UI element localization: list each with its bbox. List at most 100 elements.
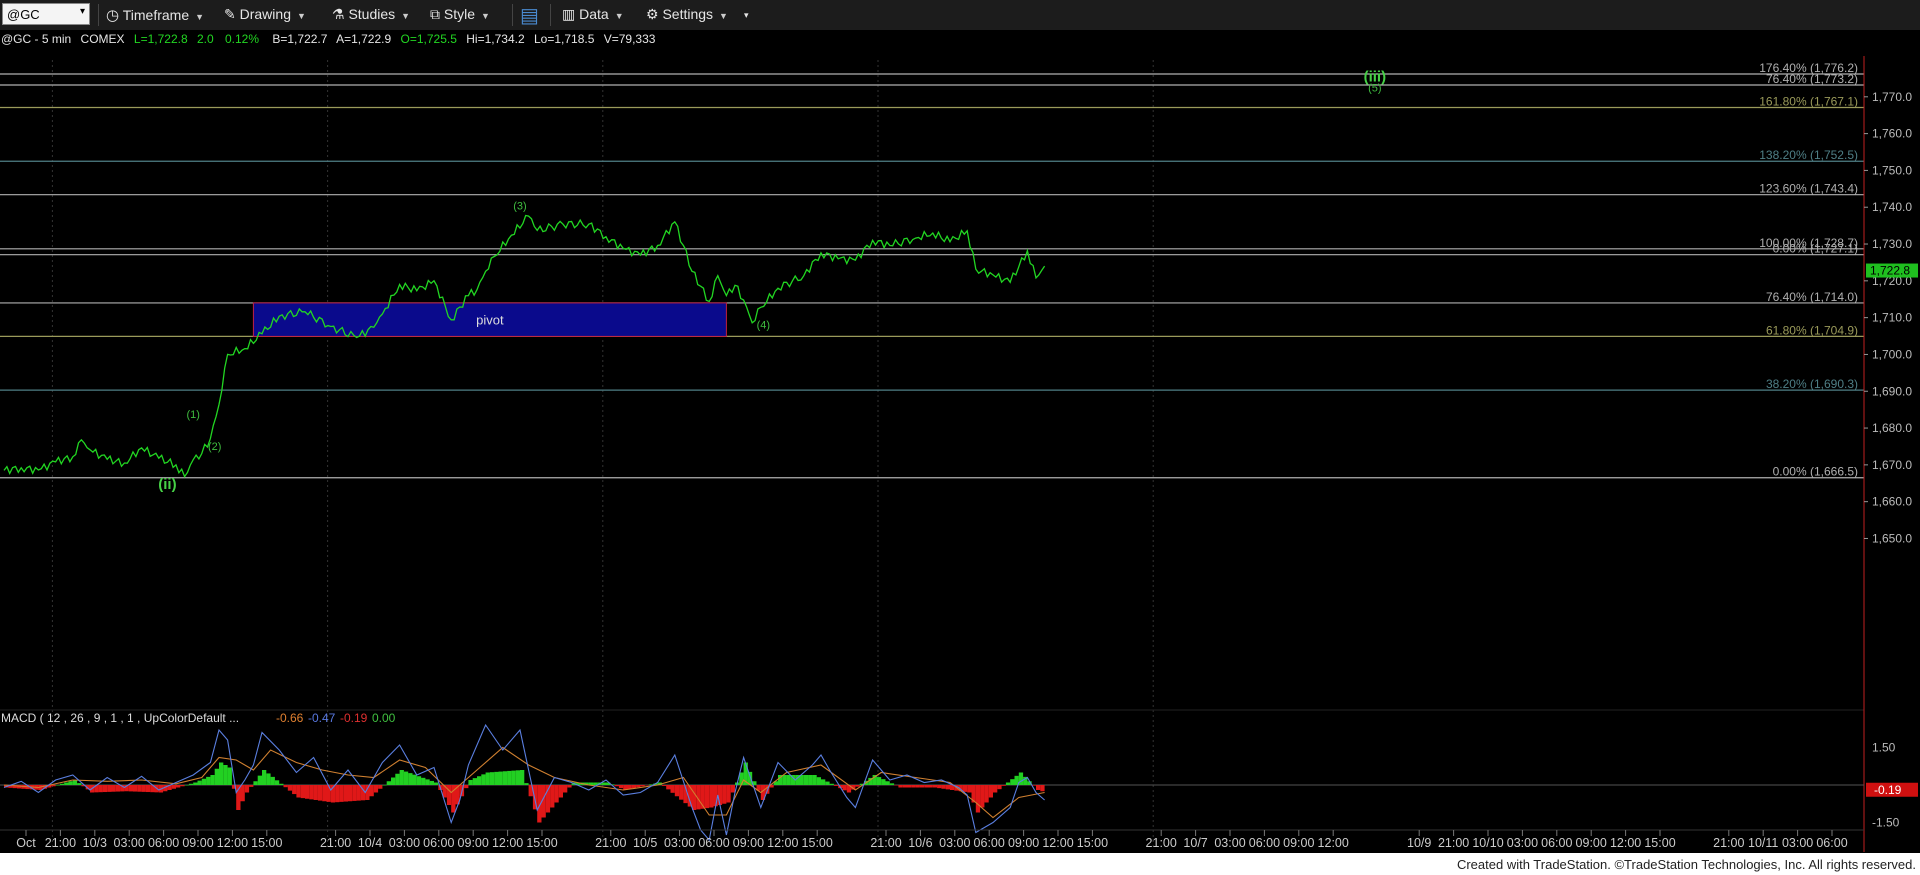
macd-histogram-bar xyxy=(924,785,929,788)
y-tick-label: 1,660.0 xyxy=(1872,495,1912,509)
macd-histogram-bar xyxy=(980,785,985,808)
macd-histogram-bar xyxy=(1005,782,1011,785)
macd-histogram-bar xyxy=(193,782,198,785)
fib-level-label: 138.20% (1,752.5) xyxy=(1759,148,1858,162)
style-button[interactable]: ⧉ Style ▼ xyxy=(430,6,490,23)
fib-level-label: 123.60% (1,743.4) xyxy=(1759,182,1858,196)
x-tick-label: 03:00 xyxy=(114,836,145,850)
studies-button[interactable]: ⚗ Studies ▼ xyxy=(332,6,410,23)
macd-histogram-bar xyxy=(812,775,817,785)
pencil-icon: ✎ xyxy=(224,6,236,22)
x-tick-label: 21:00 xyxy=(870,836,901,850)
macd-histogram-bar xyxy=(885,781,890,785)
macd-histogram-bar xyxy=(520,770,525,785)
macd-histogram-bar xyxy=(636,785,641,788)
macd-histogram-bar xyxy=(489,772,495,785)
chevron-down-icon: ▼ xyxy=(296,11,306,21)
y-tick-label: 1,710.0 xyxy=(1872,311,1912,325)
fib-level-label: 0.00% (1,666.5) xyxy=(1773,465,1858,479)
macd-histogram-bar xyxy=(902,785,907,788)
more-icon[interactable]: ▾ xyxy=(744,10,749,21)
chevron-down-icon: ▼ xyxy=(481,11,490,21)
x-tick-label: 06:00 xyxy=(148,836,179,850)
macd-histogram-bar xyxy=(64,782,69,785)
x-tick-label: 21:00 xyxy=(1146,836,1177,850)
timeframe-label: Timeframe xyxy=(122,7,190,23)
macd-histogram-bar xyxy=(502,771,508,785)
macd-histogram-bar xyxy=(670,785,675,793)
macd-histogram-bar xyxy=(339,785,344,802)
fib-level-label: 161.80% (1,767.1) xyxy=(1759,94,1858,108)
x-tick-label: 09:00 xyxy=(733,836,764,850)
flask-icon: ⚗ xyxy=(332,6,345,22)
x-tick-label: 12:00 xyxy=(492,836,523,850)
price-axis: 1,770.01,760.01,750.01,740.01,730.01,720… xyxy=(1863,56,1920,852)
macd-histogram-bar xyxy=(292,785,297,795)
x-tick-label: 09:00 xyxy=(1576,836,1607,850)
data-button[interactable]: ▥ Data ▼ xyxy=(562,6,624,23)
y-tick-label: 1,730.0 xyxy=(1872,237,1912,251)
macd-histogram-bar xyxy=(515,770,520,785)
timeframe-button[interactable]: ◷ Timeframe ▼ xyxy=(106,6,204,24)
macd-histogram-bar xyxy=(214,768,219,785)
macd-histogram-bar xyxy=(661,785,667,786)
drawing-button[interactable]: ✎ Drawing ▼ xyxy=(224,6,306,23)
toolbar-divider xyxy=(550,4,551,26)
macd-histogram-bar xyxy=(373,785,379,793)
macd-histogram-bar xyxy=(472,778,477,785)
macd-histogram-bar xyxy=(133,785,138,792)
macd-histogram-bar xyxy=(386,781,391,785)
settings-button[interactable]: ⚙ Settings ▼ xyxy=(646,6,728,23)
percent-change-text: 0.12% xyxy=(225,32,259,46)
x-tick-label: 06:00 xyxy=(423,836,454,850)
macd-histogram-bar xyxy=(369,785,374,797)
layout-icon[interactable]: ▤ xyxy=(520,3,539,28)
macd-histogram-bar xyxy=(365,785,370,800)
bar-chart-icon: ▥ xyxy=(562,6,576,22)
symbol-select[interactable]: @GC ▾ xyxy=(2,3,90,25)
macd-histogram-bar xyxy=(563,785,568,793)
macd-histogram-bar xyxy=(197,780,202,785)
macd-histogram-bar xyxy=(348,785,353,802)
macd-histogram-bar xyxy=(446,785,452,805)
y-tick-label: 1,670.0 xyxy=(1872,458,1912,472)
macd-histogram-bar xyxy=(997,785,1002,790)
macd-tick-label: 1.50 xyxy=(1872,741,1896,755)
macd-histogram-bar xyxy=(270,776,275,785)
macd-histogram-bar xyxy=(614,785,619,787)
macd-histogram-bar xyxy=(59,783,65,785)
net-change-text: 2.0 xyxy=(197,32,214,46)
macd-histogram-bar xyxy=(975,785,981,813)
macd-histogram-bar xyxy=(244,785,250,793)
x-tick-label: 15:00 xyxy=(526,836,557,850)
macd-histogram-bar xyxy=(137,785,142,792)
macd-histogram-bar xyxy=(941,785,946,789)
macd-histogram-bar xyxy=(468,780,473,785)
macd-histogram-bar xyxy=(313,785,318,800)
macd-histogram-bar xyxy=(416,776,422,785)
x-tick-label: 06:00 xyxy=(1249,836,1280,850)
macd-histogram-bar xyxy=(704,785,710,809)
macd-histogram-bar xyxy=(498,771,503,785)
y-tick-label: 1,740.0 xyxy=(1872,200,1912,214)
macd-histogram-bar xyxy=(1040,785,1045,792)
price-chart[interactable]: 176.40% (1,776.2)76.40% (1,773.2)161.80%… xyxy=(0,30,1920,853)
macd-histogram-bar xyxy=(55,785,60,786)
macd-histogram-bar xyxy=(107,785,112,792)
wave-label: (1) xyxy=(186,409,199,421)
x-tick-label: 03:00 xyxy=(664,836,695,850)
x-tick-label: 09:00 xyxy=(458,836,489,850)
x-tick-label: 10/9 xyxy=(1407,836,1431,850)
macd-histogram-bar xyxy=(928,785,933,788)
wave-label: (2) xyxy=(208,441,221,453)
macd-histogram-bar xyxy=(141,785,146,792)
macd-histogram-bar xyxy=(567,785,572,788)
macd-histogram-bar xyxy=(249,785,254,787)
macd-histogram-bar xyxy=(726,785,731,803)
fib-level-label: 76.40% (1,714.0) xyxy=(1766,290,1858,304)
toolbar-divider xyxy=(98,4,99,26)
macd-histogram-bar xyxy=(102,785,108,793)
macd-histogram-bar xyxy=(945,785,950,790)
macd-histogram-bar xyxy=(932,785,938,788)
macd-histogram-bar xyxy=(51,785,56,787)
